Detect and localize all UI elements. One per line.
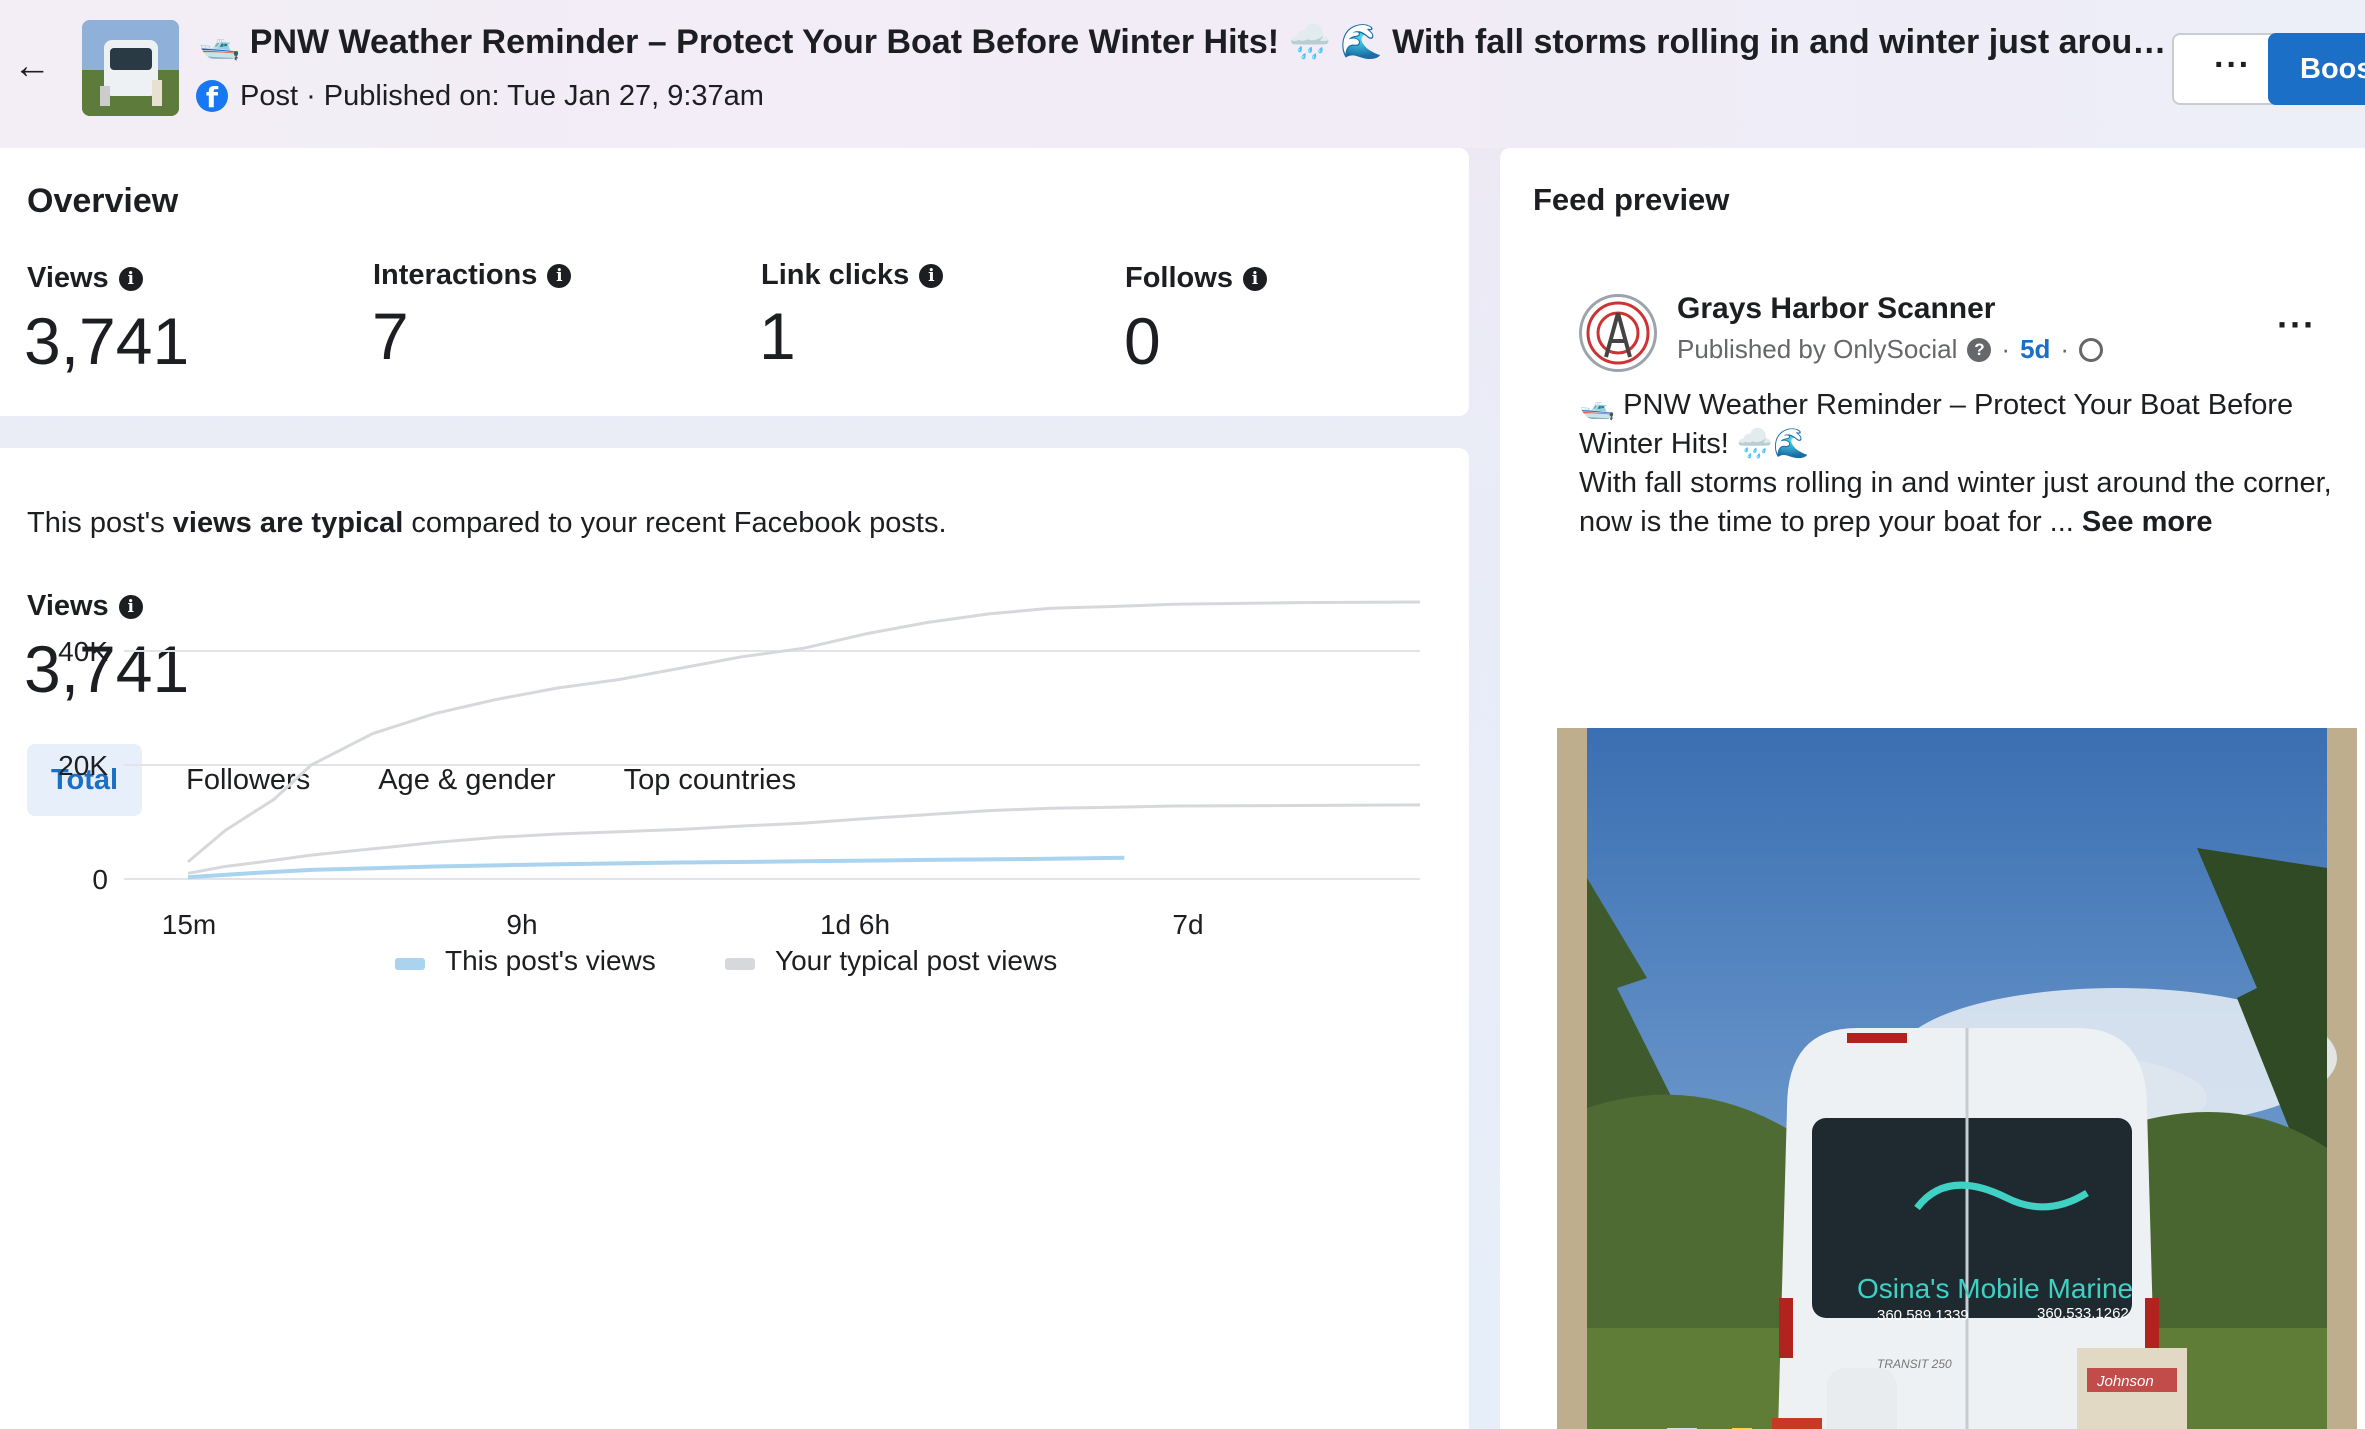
post-text-line1: 🛥️ PNW Weather Reminder – Protect Your B… bbox=[1579, 389, 2294, 460]
post-age-link[interactable]: 5d bbox=[2020, 334, 2050, 365]
metric-follows-value: 0 bbox=[1124, 304, 1161, 378]
van-phone-2: 360.533.1262 bbox=[2037, 1305, 2129, 1322]
y-tick-label: 20K bbox=[58, 750, 108, 781]
post-more-icon[interactable]: ··· bbox=[2277, 304, 2316, 346]
info-icon[interactable]: i bbox=[919, 263, 944, 288]
metric-label-text: Link clicks bbox=[761, 259, 910, 291]
boost-button[interactable]: Boost bbox=[2268, 33, 2365, 105]
post-title: 🛥️ PNW Weather Reminder – Protect Your B… bbox=[198, 23, 2168, 61]
x-tick-label: 15m bbox=[162, 909, 216, 940]
metric-interactions-label: Interactions i bbox=[373, 259, 572, 292]
published-by: Published by OnlySocial bbox=[1677, 334, 1958, 364]
overview-card: Overview Views i 3,741 Interactions i 7 … bbox=[0, 148, 1469, 416]
separator: · bbox=[2060, 334, 2070, 364]
feed-preview-title: Feed preview bbox=[1533, 182, 1730, 217]
legend-label[interactable]: Your typical post views bbox=[775, 945, 1057, 976]
series-this-post-line bbox=[187, 855, 1125, 880]
back-arrow-icon[interactable]: ← bbox=[12, 46, 52, 86]
overview-title: Overview bbox=[27, 182, 179, 220]
page-name[interactable]: Grays Harbor Scanner bbox=[1677, 292, 1995, 326]
y-tick-label: 0 bbox=[92, 864, 108, 895]
x-tick-label: 1d 6h bbox=[820, 909, 890, 940]
post-meta: f Post · Published on: Tue Jan 27, 9:37a… bbox=[196, 74, 764, 118]
post-byline: Published by OnlySocial ? · 5d · bbox=[1677, 334, 2104, 365]
page-avatar[interactable] bbox=[1579, 294, 1657, 372]
post-text-line2-wrap: With fall storms rolling in and winter j… bbox=[1579, 464, 2339, 542]
feed-post: Grays Harbor Scanner Published by OnlySo… bbox=[1557, 270, 2357, 1429]
metric-follows-label: Follows i bbox=[1125, 262, 1267, 295]
x-tick-label: 7d bbox=[1172, 909, 1203, 940]
question-icon[interactable]: ? bbox=[1967, 337, 1992, 362]
metric-label-text: Interactions bbox=[373, 259, 538, 291]
info-icon[interactable]: i bbox=[1242, 266, 1267, 291]
info-icon[interactable]: i bbox=[547, 263, 572, 288]
post-text: 🛥️ PNW Weather Reminder – Protect Your B… bbox=[1579, 386, 2339, 542]
facebook-icon: f bbox=[196, 80, 228, 114]
van-phone-1: 360.589.1339 bbox=[1877, 1307, 1969, 1324]
see-more-link[interactable]: See more bbox=[2082, 506, 2213, 538]
van-business-name: Osina's Mobile Marine bbox=[1857, 1273, 2133, 1304]
metric-label-text: Follows bbox=[1125, 262, 1233, 294]
info-icon[interactable]: i bbox=[118, 266, 143, 291]
post-header: ← 🛥️ PNW Weather Reminder – Protect Your… bbox=[0, 0, 2365, 148]
views-chart: 0 20K 40K 15m 9h 1d 6h 7d This post's views Your… bbox=[58, 600, 1421, 976]
metric-views-value: 3,741 bbox=[24, 304, 190, 378]
metric-interactions-value: 7 bbox=[372, 299, 409, 373]
views-card: This post's views are typical compared t… bbox=[0, 448, 1469, 1429]
post-text-line2: With fall storms rolling in and winter j… bbox=[1579, 467, 2332, 538]
globe-icon bbox=[2079, 337, 2104, 362]
legend-label[interactable]: This post's views bbox=[445, 945, 656, 976]
van-model: TRANSIT 250 bbox=[1877, 1357, 1952, 1371]
legend-swatch bbox=[725, 958, 755, 970]
metric-label-text: Views bbox=[27, 262, 109, 294]
post-image[interactable]: Osina's Mobile Marine 360.589.1339 360.5… bbox=[1557, 728, 2357, 1429]
x-tick-label: 9h bbox=[506, 909, 537, 940]
post-thumbnail bbox=[82, 20, 179, 116]
metric-link-clicks-label: Link clicks i bbox=[761, 259, 944, 292]
metric-views-label: Views i bbox=[27, 262, 143, 295]
post-published-info: Post · Published on: Tue Jan 27, 9:37am bbox=[240, 79, 764, 112]
motor-brand: Johnson bbox=[2096, 1373, 2154, 1390]
metric-link-clicks-value: 1 bbox=[759, 299, 796, 373]
separator: · bbox=[2001, 334, 2011, 364]
legend-swatch bbox=[395, 958, 425, 970]
y-tick-label: 40K bbox=[58, 636, 108, 667]
